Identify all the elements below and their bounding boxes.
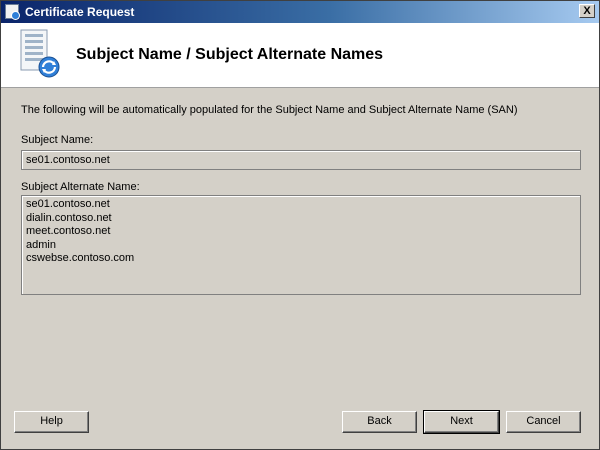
subject-name-label: Subject Name: [21, 134, 94, 146]
subject-name-field[interactable]: se01.contoso.net [21, 150, 581, 170]
close-button[interactable]: X [579, 4, 595, 18]
certificate-app-icon [5, 4, 20, 20]
san-list-field[interactable]: se01.contoso.net dialin.contoso.net meet… [21, 195, 581, 295]
title-bar[interactable]: Certificate Request X [1, 1, 599, 23]
san-entry: se01.contoso.net [26, 198, 110, 210]
san-label: Subject Alternate Name: [21, 181, 140, 193]
cancel-button[interactable]: Cancel [506, 411, 581, 433]
help-button[interactable]: Help [14, 411, 89, 433]
san-entry: admin [26, 238, 56, 251]
certificate-request-dialog: Certificate Request X Subject Name / Sub… [0, 0, 600, 450]
certificate-request-icon [20, 29, 60, 78]
san-entry: dialin.contoso.net [26, 211, 112, 224]
page-title: Subject Name / Subject Alternate Names [76, 46, 384, 63]
back-button[interactable]: Back [342, 411, 417, 433]
window-title: Certificate Request [25, 5, 135, 19]
next-button[interactable]: Next [423, 410, 500, 434]
description-text: The following will be automatically popu… [21, 104, 518, 116]
san-entry: cswebse.contoso.com [26, 252, 135, 264]
san-entry: meet.contoso.net [26, 225, 111, 237]
wizard-header: Subject Name / Subject Alternate Names [1, 23, 599, 88]
